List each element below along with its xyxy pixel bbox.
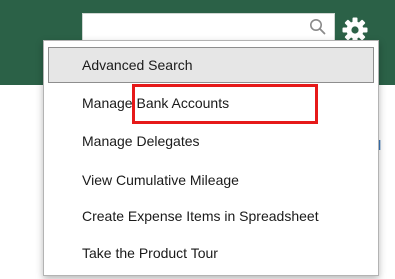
- menu-item-advanced-search[interactable]: Advanced Search: [48, 47, 374, 83]
- menu-item-manage-bank-accounts[interactable]: Manage Bank Accounts: [44, 87, 378, 119]
- search-icon[interactable]: [309, 18, 327, 36]
- search-input[interactable]: [82, 13, 335, 41]
- menu-item-view-cumulative-mileage[interactable]: View Cumulative Mileage: [44, 164, 378, 196]
- settings-menu: Advanced Search Manage Bank Accounts Man…: [43, 40, 379, 276]
- menu-item-manage-delegates[interactable]: Manage Delegates: [44, 125, 378, 157]
- menu-item-create-expense-items[interactable]: Create Expense Items in Spreadsheet: [44, 200, 378, 232]
- menu-item-take-product-tour[interactable]: Take the Product Tour: [44, 237, 378, 269]
